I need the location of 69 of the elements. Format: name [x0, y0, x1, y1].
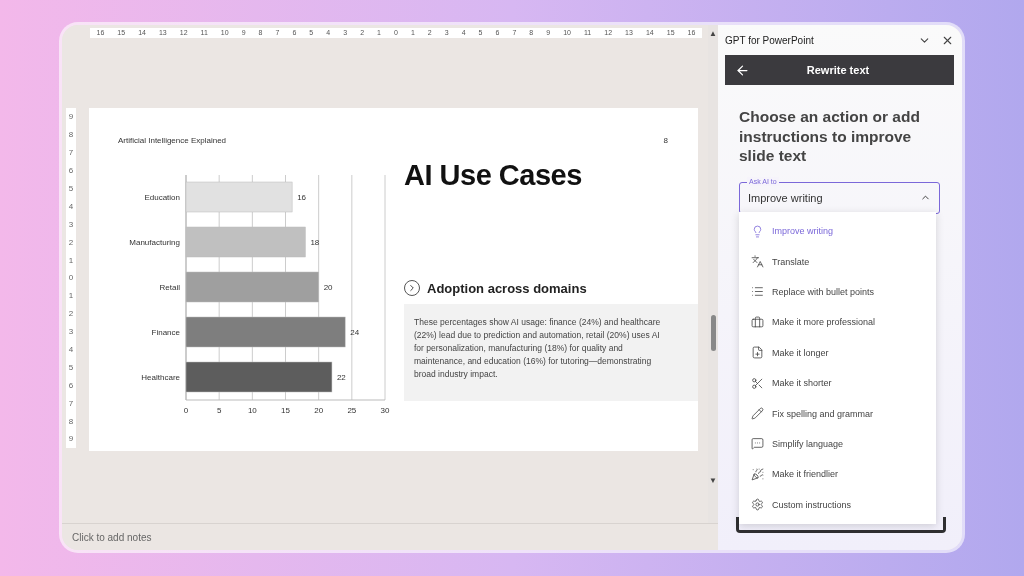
ruler-number: 2: [68, 237, 74, 247]
ruler-number: 4: [68, 345, 74, 354]
chat-icon: [751, 437, 764, 451]
back-icon[interactable]: [735, 62, 750, 78]
list-icon: [751, 285, 764, 299]
ruler-number: 7: [68, 148, 74, 158]
ruler-number: 6: [68, 380, 74, 390]
category-label: Healthcare: [141, 373, 180, 382]
menu-item[interactable]: Make it shorter: [739, 367, 936, 399]
ruler-number: 9: [68, 112, 74, 122]
page-number: 8: [663, 136, 668, 145]
slide-title: AI Use Cases: [404, 159, 583, 192]
tick-label: 20: [314, 406, 324, 415]
category-label: Finance: [151, 328, 180, 337]
ruler-number: 4: [68, 201, 74, 211]
briefcase-icon: [751, 315, 764, 329]
ruler-number: 1: [68, 255, 74, 265]
ruler-number: 0: [68, 273, 74, 283]
lightbulb-icon: [751, 224, 764, 238]
scissors-icon: [751, 376, 764, 390]
value-label: 18: [310, 238, 320, 247]
body-text: These percentages show AI usage: finance (24%) and healthcare (22%) lead due to prediction and automation, retail (20%) uses AI for personalization, manufacturing (18%) for quality and maintenance, and education (16%) for tutoring—demonstrating broad industry impact.: [404, 304, 698, 401]
menu-item[interactable]: Make it more professional: [739, 307, 936, 338]
value-label: 20: [323, 283, 333, 292]
ruler-number: 8: [68, 416, 74, 426]
menu-item[interactable]: Replace with bullet points: [739, 276, 936, 308]
pane-title: GPT for PowerPoint: [725, 34, 814, 46]
tick-label: 0: [183, 406, 189, 415]
scroll-up-icon[interactable]: ▲: [709, 29, 717, 38]
menu-item[interactable]: Make it longer: [739, 337, 936, 368]
section-heading: Adoption across domains: [427, 280, 587, 296]
slide-header: Artificial Intelligence Explained: [118, 136, 227, 145]
notes-field[interactable]: Click to add notes: [62, 523, 718, 550]
value-label: 16: [297, 193, 307, 202]
category-label: Education: [144, 193, 180, 202]
ruler-number: 7: [68, 398, 74, 408]
tick-label: 25: [347, 406, 357, 415]
tick-label: 30: [380, 406, 390, 415]
tick-label: 15: [281, 406, 290, 415]
scroll-down-icon[interactable]: ▼: [709, 476, 717, 485]
party-popper-icon: [751, 467, 764, 481]
ruler-number: 1: [68, 291, 74, 301]
category-label: Manufacturing: [129, 238, 180, 247]
menu-item[interactable]: Fix spelling and grammar: [739, 398, 936, 429]
scroll-thumb[interactable]: [710, 315, 716, 351]
ruler-number: 2: [68, 309, 74, 319]
ruler-number: 3: [68, 219, 74, 229]
pane-heading: Choose an action or add instructions to improve slide text: [738, 107, 921, 166]
value-label: 22: [336, 373, 346, 382]
menu-item[interactable]: Custom instructions: [739, 489, 936, 520]
menu-item[interactable]: Improve writing: [739, 216, 936, 247]
ruler-number: 6: [68, 166, 74, 176]
toolbar-title: Rewrite text: [805, 64, 871, 76]
document-plus-icon: [751, 346, 764, 360]
tick-label: 5: [216, 406, 222, 415]
settings-icon: [751, 498, 764, 512]
category-label: Retail: [159, 283, 180, 292]
pencil-icon: [751, 407, 764, 421]
ruler-number: 9: [68, 434, 74, 444]
value-label: 24: [350, 328, 360, 337]
translate-icon: [751, 255, 764, 269]
ruler-number: 5: [68, 184, 74, 193]
ruler-number: 3: [68, 327, 74, 337]
ruler-number: 5: [68, 362, 74, 372]
menu-item[interactable]: Make it friendlier: [739, 459, 936, 490]
ruler-number: 8: [68, 130, 74, 140]
tick-label: 10: [247, 406, 257, 415]
menu-item[interactable]: Translate: [739, 246, 936, 277]
menu-item[interactable]: Simplify language: [739, 428, 936, 460]
